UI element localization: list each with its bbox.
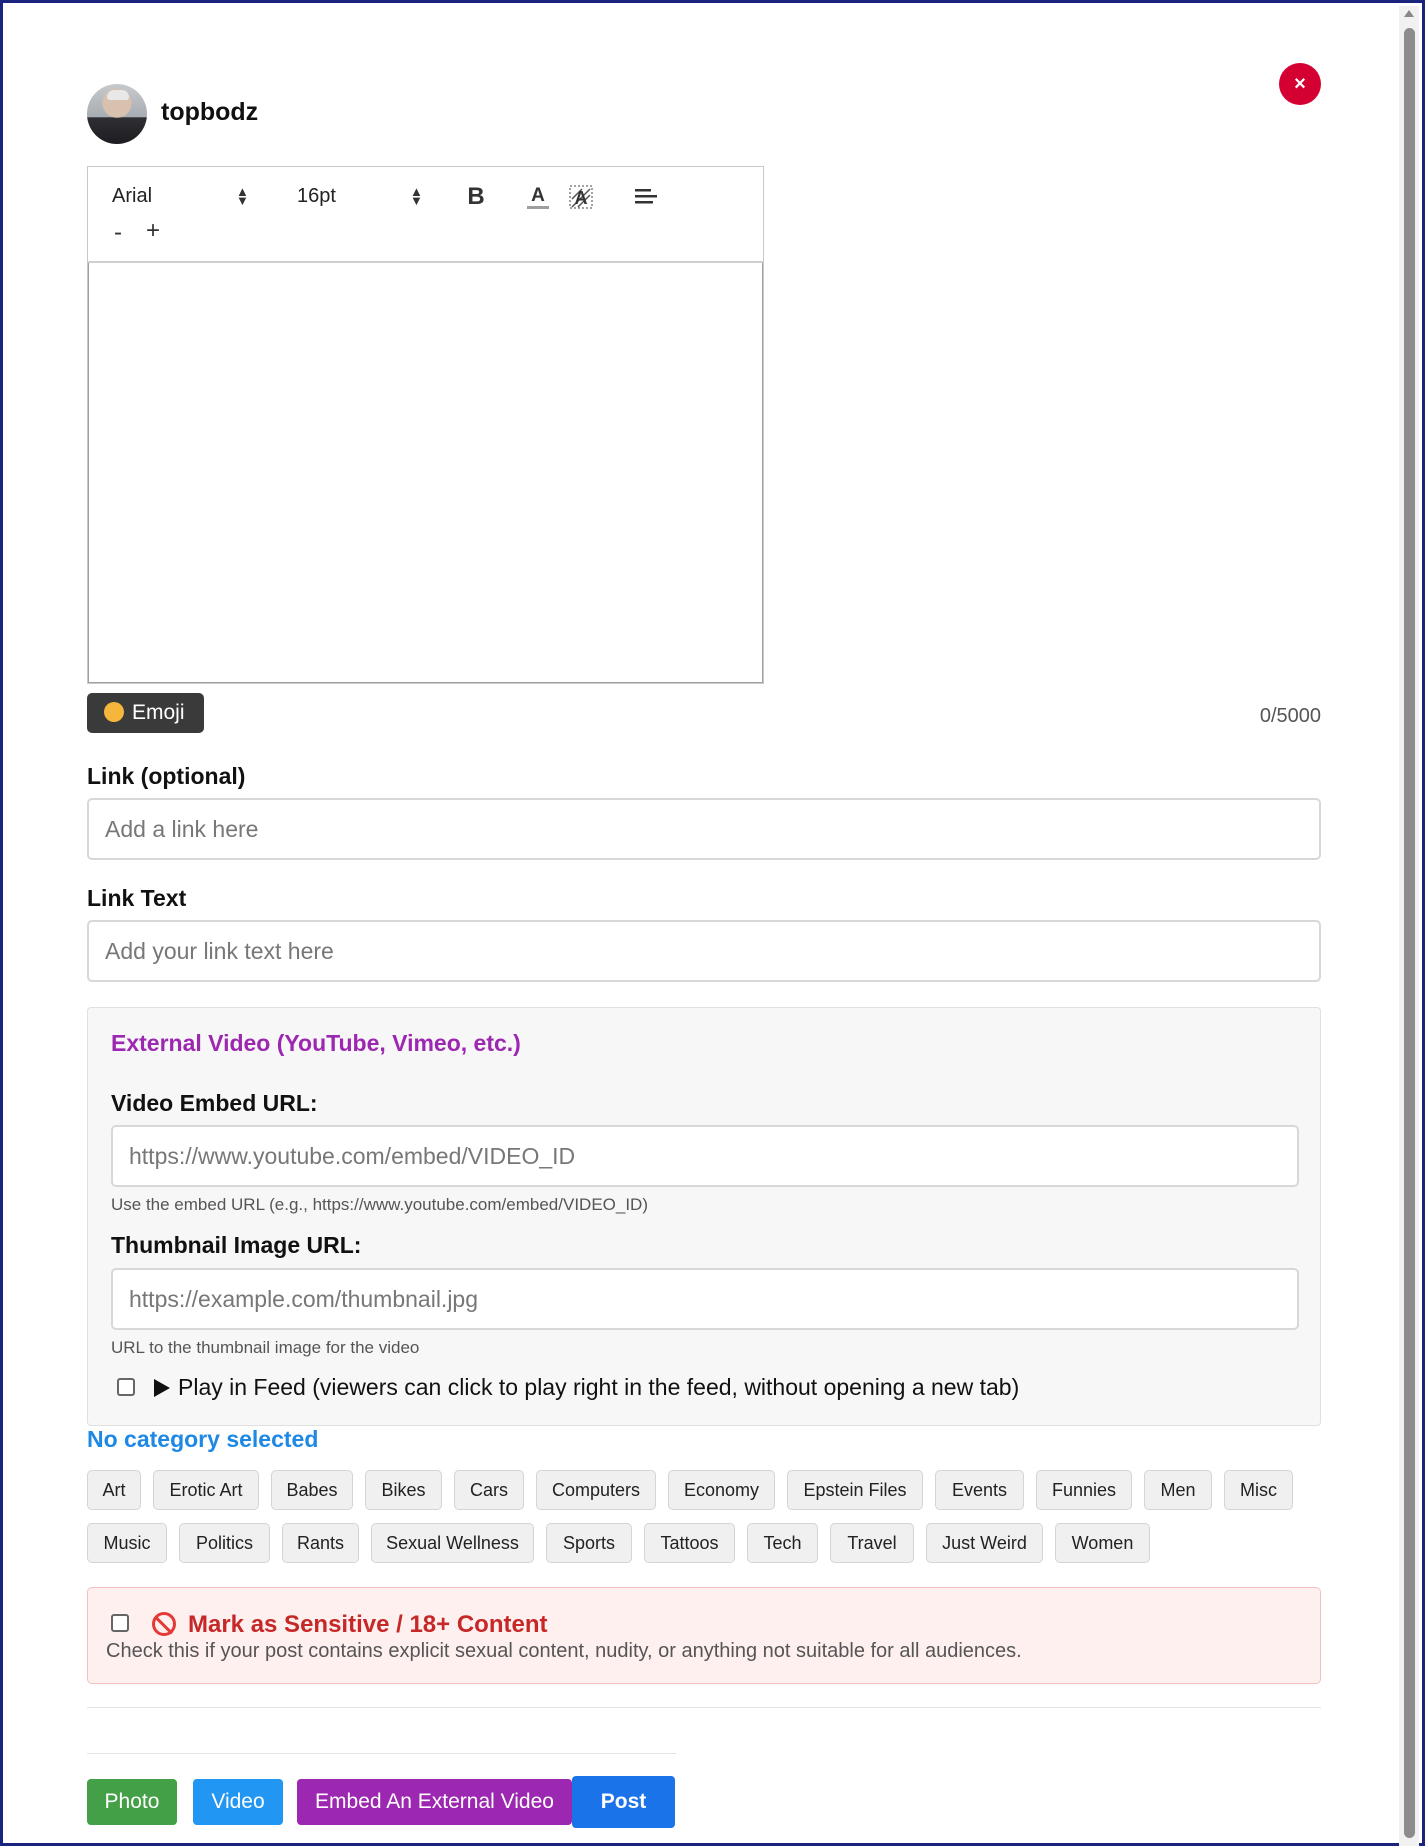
embed-external-video-button[interactable]: Embed An External Video (297, 1779, 572, 1825)
external-video-panel: External Video (YouTube, Vimeo, etc.) Vi… (87, 1007, 1321, 1426)
link-text-input[interactable]: Add your link text here (87, 920, 1321, 982)
divider (87, 1707, 1321, 1708)
link-input[interactable]: Add a link here (87, 798, 1321, 860)
play-in-feed-label[interactable]: Play in Feed (viewers can click to play … (154, 1374, 1019, 1401)
play-in-feed-text: Play in Feed (viewers can click to play … (178, 1374, 1020, 1400)
video-embed-url-label: Video Embed URL: (111, 1090, 318, 1116)
text-color-icon: A (527, 185, 549, 209)
video-button[interactable]: Video (193, 1779, 283, 1825)
category-chip-men[interactable]: Men (1144, 1470, 1212, 1510)
photo-button[interactable]: Photo (87, 1779, 177, 1825)
align-button[interactable] (633, 183, 659, 216)
editor-toolbar: Arial ▲ ▼ 16pt ▲ ▼ B A A - + (88, 167, 763, 263)
emoji-button[interactable]: Emoji (87, 693, 204, 733)
category-chip-politics[interactable]: Politics (179, 1523, 270, 1563)
category-chip-rants[interactable]: Rants (282, 1523, 359, 1563)
align-left-icon (635, 189, 657, 204)
play-icon (154, 1379, 170, 1397)
category-chip-bikes[interactable]: Bikes (365, 1470, 442, 1510)
sensitive-description: Check this if your post contains explici… (106, 1640, 1022, 1662)
bold-button[interactable]: B (464, 183, 488, 211)
highlight-icon: A (569, 185, 593, 209)
no-entry-icon (152, 1612, 176, 1636)
select-arrows-icon: ▲ ▼ (410, 184, 423, 208)
avatar (87, 84, 147, 144)
text-color-button[interactable]: A (525, 183, 551, 218)
link-text-label: Link Text (87, 885, 187, 911)
rich-text-editor: Arial ▲ ▼ 16pt ▲ ▼ B A A - + (87, 166, 764, 684)
embed-url-hint: Use the embed URL (e.g., https://www.you… (111, 1195, 648, 1214)
category-chip-events[interactable]: Events (935, 1470, 1024, 1510)
category-chip-funnies[interactable]: Funnies (1036, 1470, 1132, 1510)
font-family-value: Arial (112, 185, 153, 207)
smiley-icon (104, 702, 124, 722)
select-arrows-icon: ▲ ▼ (236, 184, 249, 208)
category-chip-babes[interactable]: Babes (271, 1470, 353, 1510)
sensitive-title[interactable]: Mark as Sensitive / 18+ Content (188, 1611, 547, 1639)
category-chip-epstein-files[interactable]: Epstein Files (787, 1470, 923, 1510)
category-chip-art[interactable]: Art (87, 1470, 141, 1510)
svg-text:A: A (531, 185, 545, 206)
category-chip-misc[interactable]: Misc (1224, 1470, 1293, 1510)
scroll-up-arrow-icon[interactable] (1404, 10, 1414, 17)
bold-icon: B (467, 183, 485, 210)
play-in-feed-checkbox[interactable] (117, 1378, 135, 1396)
decrease-size-button[interactable]: - (108, 219, 128, 247)
category-chip-cars[interactable]: Cars (454, 1470, 524, 1510)
increase-size-button[interactable]: + (143, 217, 163, 245)
category-chip-music[interactable]: Music (87, 1523, 167, 1563)
sensitive-checkbox[interactable] (111, 1614, 129, 1632)
category-status: No category selected (87, 1426, 319, 1452)
username: topbodz (161, 98, 259, 126)
category-chip-travel[interactable]: Travel (830, 1523, 914, 1563)
category-chip-tech[interactable]: Tech (747, 1523, 818, 1563)
svg-text:A: A (575, 188, 588, 208)
category-chip-economy[interactable]: Economy (668, 1470, 775, 1510)
thumbnail-url-label: Thumbnail Image URL: (111, 1232, 362, 1258)
close-button[interactable]: × (1279, 63, 1321, 105)
category-chip-sports[interactable]: Sports (546, 1523, 632, 1563)
link-label: Link (optional) (87, 763, 246, 789)
category-chip-just-weird[interactable]: Just Weird (926, 1523, 1043, 1563)
divider (87, 1753, 676, 1754)
emoji-label: Emoji (132, 701, 185, 724)
scrollbar[interactable] (1399, 6, 1419, 1846)
category-chip-tattoos[interactable]: Tattoos (644, 1523, 735, 1563)
video-embed-url-input[interactable]: https://www.youtube.com/embed/VIDEO_ID (111, 1125, 1299, 1187)
category-chip-erotic-art[interactable]: Erotic Art (153, 1470, 259, 1510)
highlight-color-button[interactable]: A (568, 183, 594, 218)
post-button[interactable]: Post (572, 1776, 675, 1828)
post-text-area[interactable] (88, 263, 763, 683)
character-counter: 0/5000 (1259, 705, 1321, 727)
font-size-value: 16pt (297, 185, 336, 207)
thumbnail-url-hint: URL to the thumbnail image for the video (111, 1338, 420, 1357)
font-size-select[interactable]: 16pt ▲ ▼ (297, 185, 427, 208)
modal-window: × topbodz Arial ▲ ▼ 16pt ▲ ▼ B A A - + E… (0, 0, 1425, 1846)
thumbnail-url-input[interactable]: https://example.com/thumbnail.jpg (111, 1268, 1299, 1330)
category-chip-computers[interactable]: Computers (536, 1470, 656, 1510)
sensitive-content-panel: Mark as Sensitive / 18+ Content Check th… (87, 1587, 1321, 1684)
category-chip-sexual-wellness[interactable]: Sexual Wellness (371, 1523, 534, 1563)
scrollbar-thumb[interactable] (1404, 28, 1415, 1838)
category-chip-women[interactable]: Women (1055, 1523, 1150, 1563)
external-video-title: External Video (YouTube, Vimeo, etc.) (111, 1030, 521, 1056)
font-family-select[interactable]: Arial ▲ ▼ (112, 185, 252, 208)
